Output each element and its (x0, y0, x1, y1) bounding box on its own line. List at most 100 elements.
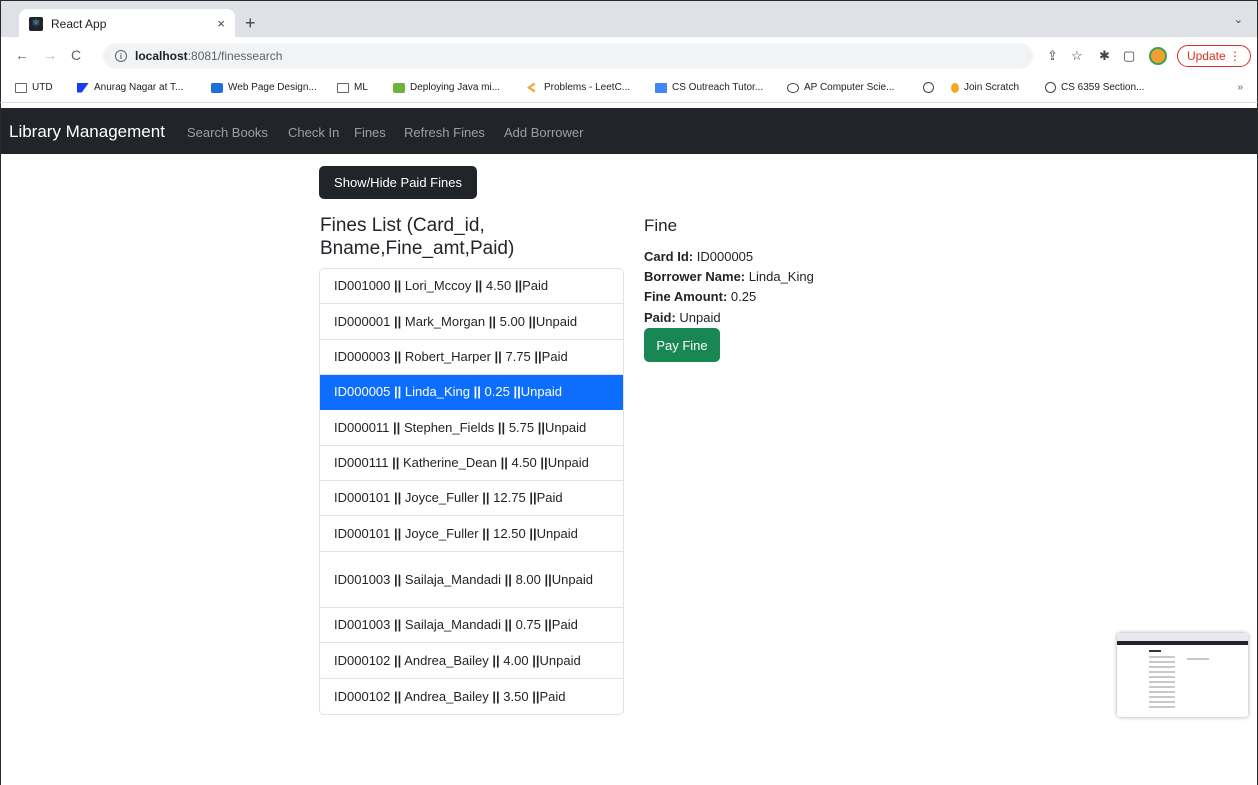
fine-amount: 12.75 (493, 490, 526, 505)
nav-fines[interactable]: Fines (354, 125, 386, 140)
nav-search-books[interactable]: Search Books (187, 125, 268, 140)
separator: || (394, 384, 402, 399)
separator: || (394, 490, 402, 505)
update-button[interactable]: Update ⋮ (1177, 45, 1251, 67)
url-path: :8081/finessearch (187, 49, 283, 63)
tab-title: React App (51, 16, 107, 31)
fine-item-text: ID000102 || Andrea_Bailey || 3.50 ||Paid (334, 687, 566, 707)
bookmark-label: UTD (32, 82, 53, 93)
bookmark-cs6359[interactable]: CS 6359 Section... (1045, 82, 1144, 93)
bookmarks-bar: UTD Anurag Nagar at T... Web Page Design… (0, 74, 1258, 103)
fine-list-item[interactable]: ID000101 || Joyce_Fuller || 12.75 ||Paid (320, 481, 623, 516)
fine-card-id: ID000005 (334, 384, 391, 399)
fine-item-text: ID000005 || Linda_King || 0.25 ||Unpaid (334, 382, 562, 402)
separator: || (394, 571, 402, 587)
tab-close-icon[interactable]: × (217, 16, 225, 31)
bookmark-join-scratch[interactable]: Join Scratch (951, 82, 1019, 93)
bookmark-cs-outreach[interactable]: CS Outreach Tutor... (655, 82, 763, 93)
bookmark-label: CS 6359 Section... (1061, 82, 1145, 93)
globe-icon (1045, 82, 1056, 93)
fine-card-id: ID000102 (334, 652, 391, 668)
paid-label: Paid: (644, 310, 676, 325)
address-bar[interactable]: i localhost:8081/finessearch (103, 43, 1033, 69)
screenshot-thumbnail[interactable] (1117, 633, 1248, 717)
bookmark-leetcode[interactable]: Problems - LeetC... (527, 82, 630, 93)
fine-card-id: ID001000 (334, 278, 391, 293)
folder-icon (337, 82, 349, 93)
fine-list-item[interactable]: ID001000 || Lori_Mccoy || 4.50 ||Paid (320, 269, 623, 304)
fine-list-item[interactable]: ID000005 || Linda_King || 0.25 ||Unpaid (320, 375, 623, 410)
card-id-label: Card Id: (644, 249, 694, 264)
fine-bname: Lori_Mccoy (404, 278, 472, 293)
separator: || (393, 419, 401, 435)
side-panel-icon[interactable]: ▢ (1123, 49, 1135, 62)
fine-list-item[interactable]: ID000003 || Robert_Harper || 7.75 ||Paid (320, 340, 623, 375)
nav-refresh-fines[interactable]: Refresh Fines (404, 125, 485, 140)
fine-list-item[interactable]: ID000011 || Stephen_Fields || 5.75 ||Unp… (320, 410, 623, 446)
fine-paid-status: Unpaid (536, 525, 578, 541)
separator: || (475, 278, 483, 293)
back-arrow-icon[interactable]: ← (15, 48, 29, 62)
show-hide-paid-button[interactable]: Show/Hide Paid Fines (319, 166, 477, 199)
browser-tab[interactable]: ⚛ React App × (19, 9, 235, 38)
bookmark-ml[interactable]: ML (337, 82, 368, 93)
separator: || (500, 455, 508, 470)
reload-icon[interactable]: C (71, 48, 81, 62)
bookmark-anurag[interactable]: Anurag Nagar at T... (77, 82, 183, 93)
nav-check-in[interactable]: Check In (288, 125, 339, 140)
fine-paid-status: Unpaid (520, 384, 562, 399)
thumbnail-line (1187, 658, 1209, 660)
scratch-icon (951, 82, 959, 93)
fine-bname: Joyce_Fuller (404, 490, 479, 505)
thumbnail-line (1149, 681, 1175, 683)
fine-card-id: ID000111 (334, 455, 389, 470)
new-tab-icon[interactable]: + (245, 13, 256, 34)
fine-list-item[interactable]: ID000102 || Andrea_Bailey || 4.00 ||Unpa… (320, 643, 623, 679)
fine-detail-title: Fine (644, 216, 678, 235)
info-icon[interactable]: i (115, 50, 127, 62)
bookmark-label: AP Computer Scie... (804, 82, 895, 93)
thumbnail-line (1149, 691, 1175, 693)
bookmark-globe[interactable] (923, 82, 939, 93)
amount-label: Fine Amount: (644, 289, 728, 304)
spring-icon (393, 82, 405, 93)
fine-item-text: ID000111 || Katherine_Dean || 4.50 ||Unp… (334, 453, 589, 473)
bookmark-label: CS Outreach Tutor... (672, 82, 764, 93)
fine-paid-status: Unpaid (545, 419, 587, 435)
fine-card-id: ID000011 (334, 419, 390, 435)
box-icon (211, 82, 223, 93)
fine-list-item[interactable]: ID001003 || Sailaja_Mandadi || 0.75 ||Pa… (320, 608, 623, 643)
bookmark-webpage-design[interactable]: Web Page Design... (211, 82, 317, 93)
bookmark-deploying-java[interactable]: Deploying Java mi... (393, 82, 500, 93)
thumbnail-line (1149, 696, 1175, 698)
thumbnail-line (1149, 661, 1175, 663)
fine-item-text: ID001003 || Sailaja_Mandadi || 8.00 ||Un… (334, 570, 593, 590)
fine-item-text: ID000102 || Andrea_Bailey || 4.00 ||Unpa… (334, 651, 581, 671)
fine-amount: 5.75 (508, 419, 535, 435)
pay-fine-button[interactable]: Pay Fine (644, 328, 720, 362)
profile-avatar[interactable] (1149, 47, 1167, 65)
star-icon[interactable]: ☆ (1071, 49, 1083, 62)
tab-search-chevron-icon[interactable]: ⌄ (1234, 13, 1243, 26)
share-icon[interactable]: ⇪ (1047, 49, 1058, 62)
bookmarks-overflow-icon[interactable]: » (1237, 82, 1243, 93)
extensions-puzzle-icon[interactable]: ✱ (1099, 49, 1110, 62)
fine-bname: Stephen_Fields (403, 419, 495, 435)
nav-add-borrower[interactable]: Add Borrower (504, 125, 583, 140)
bookmark-ap-cs[interactable]: AP Computer Scie... (787, 82, 894, 93)
fine-card-id: ID000001 (334, 313, 391, 329)
separator: || (532, 688, 540, 704)
thumbnail-line (1149, 676, 1175, 678)
page-viewport: Library Management Search Books Check In… (0, 103, 1258, 785)
navbar-brand[interactable]: Library Management (9, 122, 165, 142)
bookmark-utd[interactable]: UTD (15, 82, 53, 93)
forward-arrow-icon[interactable]: → (43, 48, 57, 62)
separator: || (394, 688, 402, 704)
paid-value: Unpaid (679, 310, 721, 325)
fine-list-item[interactable]: ID001003 || Sailaja_Mandadi || 8.00 ||Un… (320, 552, 623, 608)
fine-list-item[interactable]: ID000001 || Mark_Morgan || 5.00 ||Unpaid (320, 304, 623, 340)
fine-list-item[interactable]: ID000102 || Andrea_Bailey || 3.50 ||Paid (320, 679, 623, 714)
fine-list-item[interactable]: ID000111 || Katherine_Dean || 4.50 ||Unp… (320, 446, 623, 481)
fine-list-item[interactable]: ID000101 || Joyce_Fuller || 12.50 ||Unpa… (320, 516, 623, 552)
browser-tabbar: ⚛ React App × + ⌄ (0, 0, 1258, 38)
